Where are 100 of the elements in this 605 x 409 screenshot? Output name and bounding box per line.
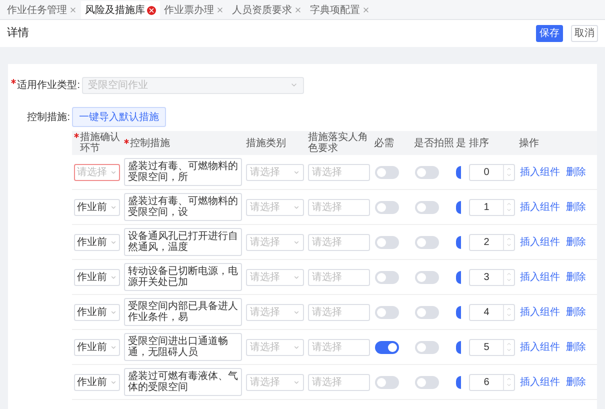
column-header: 措施确认环节: [80, 132, 120, 154]
caret-icon: [110, 168, 117, 176]
close-icon[interactable]: [147, 6, 156, 14]
toggle-switch[interactable]: [456, 236, 461, 248]
toggle-switch[interactable]: [375, 376, 399, 388]
toggle-switch[interactable]: [375, 340, 399, 354]
close-icon[interactable]: [362, 6, 370, 14]
field-label: 适用作业类型:: [17, 78, 80, 92]
caret-icon: [293, 168, 300, 176]
delete-link[interactable]: 删除: [566, 200, 586, 214]
measure-field[interactable]: 盛装过有毒、可燃物料的受限空间，所: [124, 158, 242, 186]
column-header: 必需: [374, 138, 394, 148]
column-header: 措施落实人角色要求: [308, 132, 369, 154]
decrement-icon[interactable]: [506, 277, 512, 283]
number-field[interactable]: 1: [469, 198, 515, 216]
toggle-switch[interactable]: [375, 236, 399, 248]
toggle-switch[interactable]: [415, 270, 439, 284]
toggle-switch[interactable]: [456, 376, 461, 388]
decrement-icon[interactable]: [506, 242, 512, 248]
toggle-switch[interactable]: [375, 200, 399, 214]
insert-link[interactable]: 插入组件: [520, 340, 560, 354]
insert-link[interactable]: 插入组件: [520, 374, 560, 390]
tab[interactable]: 人员资质要求: [228, 1, 306, 19]
increment-icon[interactable]: [506, 166, 512, 172]
toggle-switch[interactable]: [456, 200, 461, 214]
number-field[interactable]: 6: [469, 374, 515, 390]
tab[interactable]: 字典项配置: [306, 1, 374, 19]
close-icon[interactable]: [294, 6, 302, 14]
toggle-switch[interactable]: [456, 340, 461, 354]
measure-field[interactable]: 受限空间进出口通道畅通，无阻碍人员: [124, 333, 242, 361]
toggle-switch[interactable]: [415, 306, 439, 318]
save-button[interactable]: 保存: [536, 25, 563, 42]
caret-icon: [293, 308, 300, 316]
select-field[interactable]: 作业前: [74, 304, 120, 320]
number-field[interactable]: 2: [469, 234, 515, 250]
number-field[interactable]: 3: [469, 268, 515, 286]
toggle-switch[interactable]: [415, 376, 439, 388]
toggle-switch[interactable]: [375, 306, 399, 318]
caret-icon: [110, 238, 117, 246]
caret-icon: [293, 238, 300, 246]
increment-icon[interactable]: [506, 201, 512, 207]
select-field[interactable]: 作业前: [74, 198, 120, 216]
insert-link[interactable]: 插入组件: [520, 234, 560, 250]
insert-link[interactable]: 插入组件: [520, 304, 560, 320]
toggle-switch[interactable]: [415, 340, 439, 354]
select-field[interactable]: 作业前: [74, 338, 120, 356]
cancel-button[interactable]: 取消: [571, 25, 598, 42]
decrement-icon[interactable]: [506, 347, 512, 353]
toggle-switch[interactable]: [415, 166, 439, 178]
delete-link[interactable]: 删除: [566, 304, 586, 320]
number-field[interactable]: 5: [469, 338, 515, 356]
tab[interactable]: 作业任务管理: [3, 1, 81, 19]
column-header: 排序: [469, 138, 489, 148]
measure-field[interactable]: 盛装过有毒、可燃物料的受限空间，设: [124, 193, 242, 221]
toggle-switch[interactable]: [456, 306, 461, 318]
measure-field[interactable]: 设备通风孔已打开进行自然通风，温度: [124, 228, 242, 256]
tab[interactable]: 风险及措施库: [81, 1, 160, 19]
decrement-icon[interactable]: [506, 312, 512, 318]
decrement-icon[interactable]: [506, 382, 512, 388]
decrement-icon[interactable]: [506, 172, 512, 178]
increment-icon[interactable]: [506, 376, 512, 382]
toggle-switch[interactable]: [415, 236, 439, 248]
number-field[interactable]: 0: [469, 164, 515, 180]
toggle-switch[interactable]: [375, 270, 399, 284]
number-field[interactable]: 4: [469, 304, 515, 320]
column-header: 控制措施: [130, 138, 170, 148]
delete-link[interactable]: 删除: [566, 374, 586, 390]
field-label: 控制措施:: [27, 110, 70, 124]
caret-icon: [110, 344, 117, 350]
measure-field[interactable]: 受限空间内部已具备进人作业条件，易: [124, 298, 242, 326]
delete-link[interactable]: 删除: [566, 340, 586, 354]
increment-icon[interactable]: [506, 341, 512, 347]
toggle-switch[interactable]: [456, 270, 461, 284]
tab[interactable]: 作业票办理: [160, 1, 228, 19]
caret-icon: [293, 274, 300, 280]
delete-link[interactable]: 删除: [566, 234, 586, 250]
increment-icon[interactable]: [506, 271, 512, 277]
select-field[interactable]: 作业前: [74, 374, 120, 390]
measure-field[interactable]: 盛装过可燃有毒液体、气体的受限空间: [124, 368, 242, 396]
toggle-switch[interactable]: [456, 166, 461, 178]
close-icon[interactable]: [69, 6, 77, 14]
caret-icon: [293, 378, 300, 386]
measure-field[interactable]: 转动设备已切断电源，电源开关处已加: [124, 263, 242, 291]
insert-link[interactable]: 插入组件: [520, 270, 560, 284]
close-icon[interactable]: [216, 6, 224, 14]
column-header: 是否拍照: [414, 138, 454, 148]
select-field[interactable]: 作业前: [74, 234, 120, 250]
increment-icon[interactable]: [506, 236, 512, 242]
decrement-icon[interactable]: [506, 207, 512, 213]
toggle-switch[interactable]: [415, 200, 439, 214]
import-button[interactable]: 一键导入默认措施: [72, 107, 166, 127]
caret-icon: [293, 344, 300, 350]
increment-icon[interactable]: [506, 306, 512, 312]
toggle-switch[interactable]: [375, 166, 399, 178]
insert-link[interactable]: 插入组件: [520, 164, 560, 180]
caret-icon: [290, 81, 298, 89]
delete-link[interactable]: 删除: [566, 270, 586, 284]
select-field[interactable]: 作业前: [74, 268, 120, 286]
delete-link[interactable]: 删除: [566, 164, 586, 180]
insert-link[interactable]: 插入组件: [520, 200, 560, 214]
